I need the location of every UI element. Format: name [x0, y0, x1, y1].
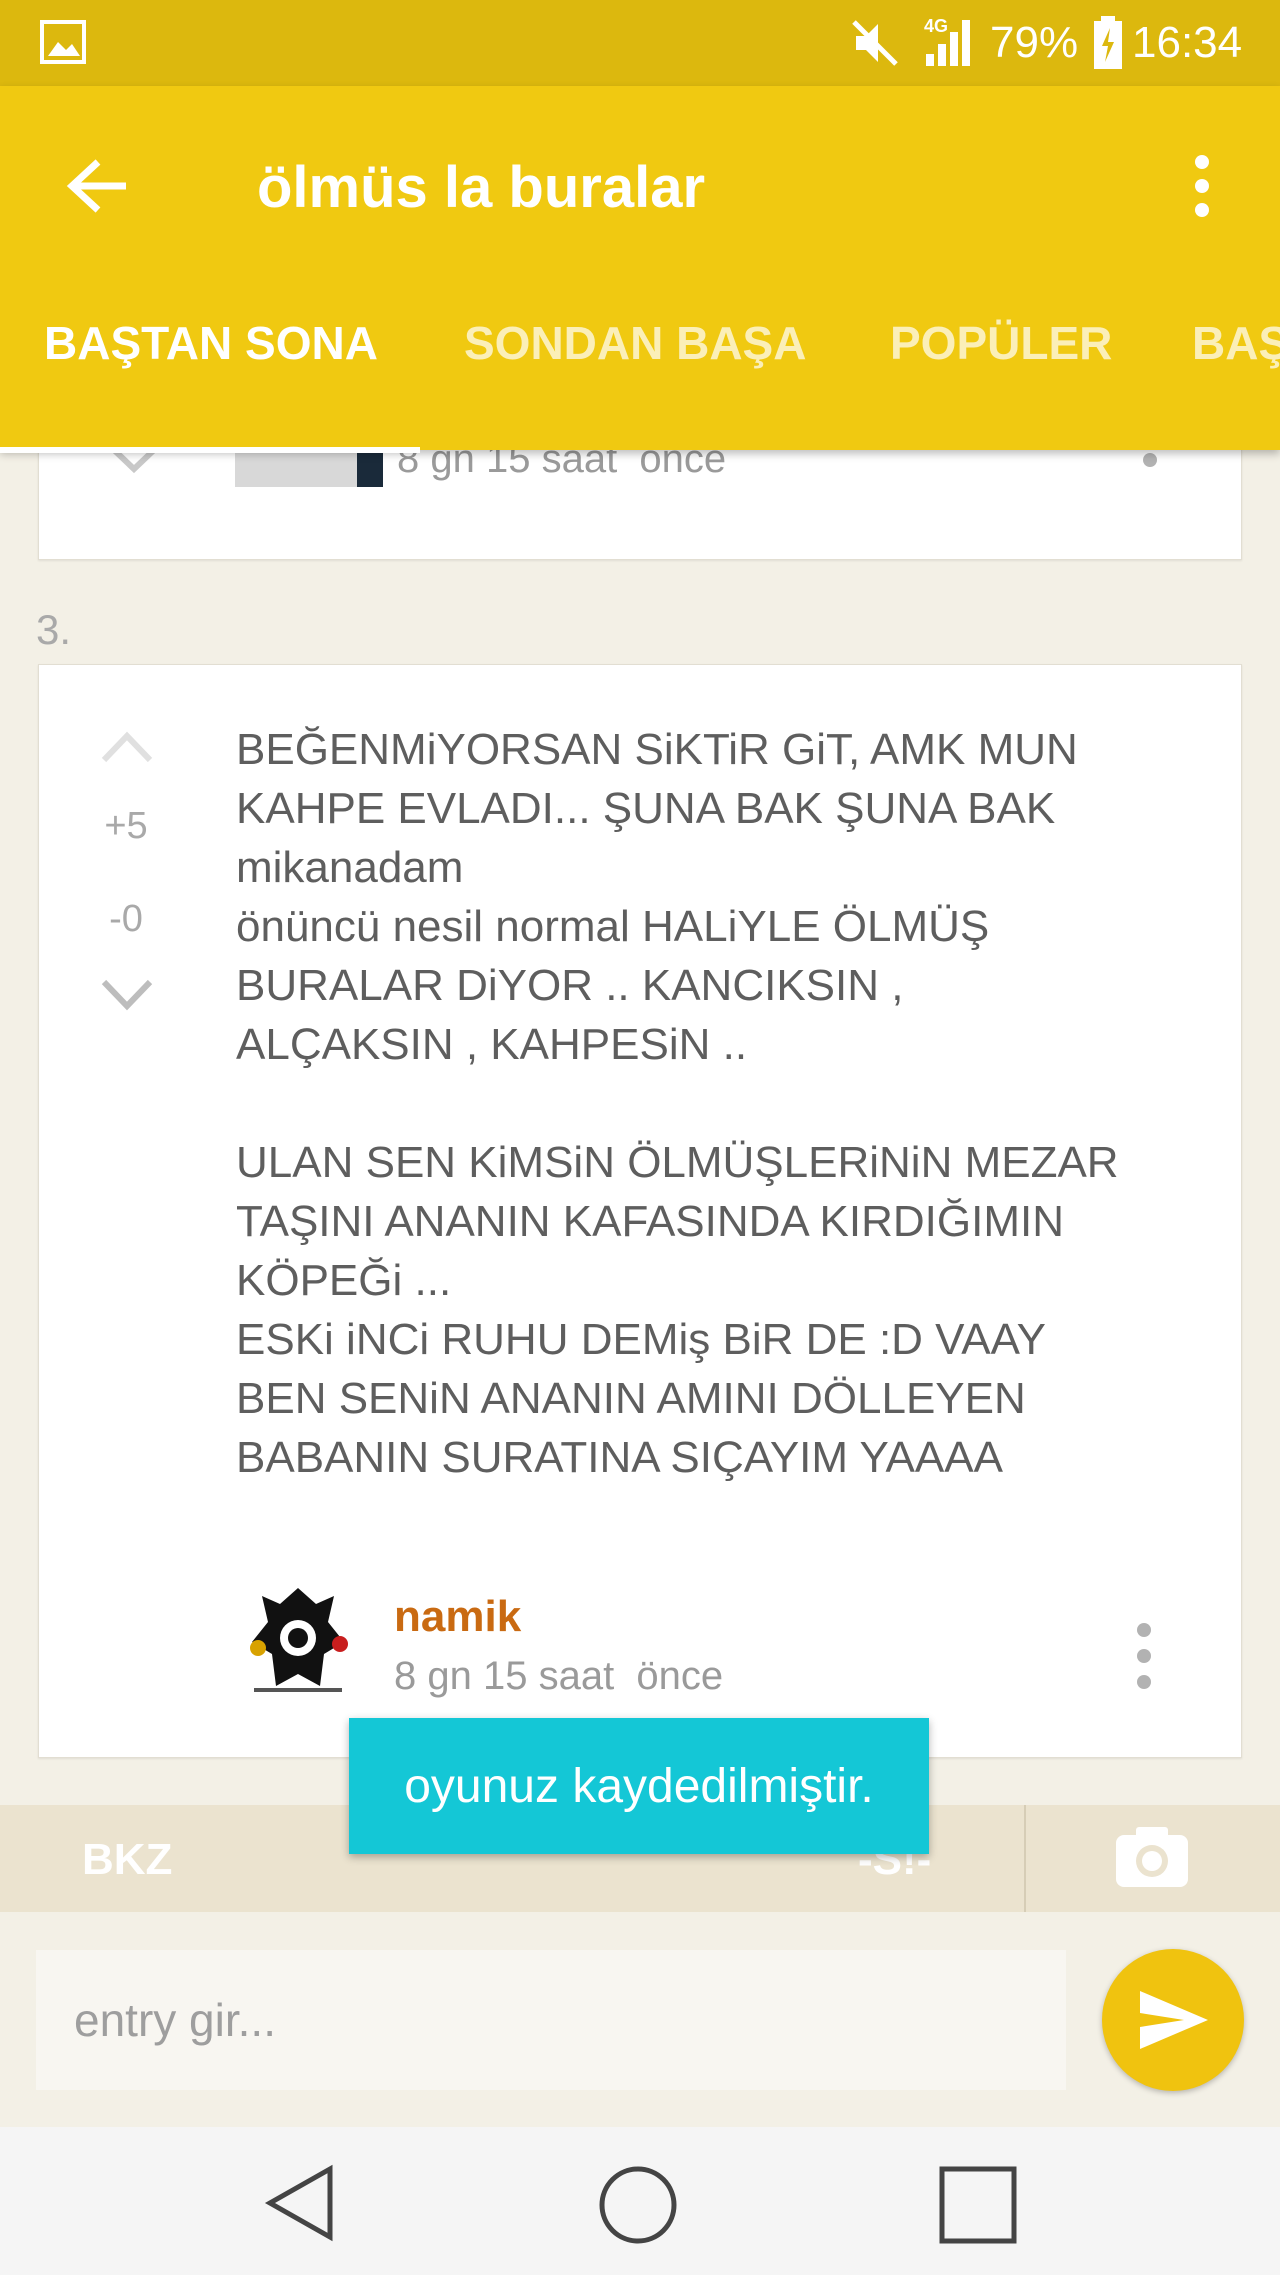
entry-text: BEĞENMiYORSAN SiKTiR GiT, AMK MUN KAHPE …	[236, 725, 1119, 1482]
toast-message: oyunuz kaydedilmiştir.	[349, 1718, 929, 1854]
battery-percent: 79%	[990, 18, 1079, 67]
signal-icon	[926, 20, 970, 66]
mute-icon	[852, 20, 898, 66]
status-bar: 4G 79% 16:34	[0, 0, 1280, 86]
overflow-menu-icon[interactable]	[1188, 154, 1216, 218]
recents-nav-icon[interactable]	[938, 2165, 1018, 2245]
tab-indicator	[0, 447, 420, 453]
camera-icon[interactable]	[1114, 1825, 1190, 1889]
app-bar: ölmüs la buralar BAŞTAN SONA SONDAN BAŞA…	[0, 86, 1280, 453]
downvote-count: -0	[109, 898, 143, 940]
gallery-notification-icon	[40, 20, 86, 64]
more-options-icon[interactable]	[1130, 1622, 1158, 1692]
tab-bastan-sona[interactable]: BAŞTAN SONA	[44, 316, 378, 370]
back-arrow-icon[interactable]	[66, 156, 130, 216]
clock: 16:34	[1132, 18, 1243, 67]
home-nav-icon[interactable]	[596, 2163, 680, 2247]
page-title: ölmüs la buralar	[257, 155, 706, 220]
upvote-count: +5	[104, 805, 148, 847]
upvote-icon[interactable]	[100, 730, 154, 764]
author-name[interactable]: namik	[394, 1592, 521, 1642]
system-nav-bar	[0, 2127, 1280, 2275]
toolbar-divider	[1024, 1805, 1026, 1912]
entry-number: 3.	[36, 606, 72, 653]
author-avatar[interactable]	[236, 1582, 360, 1700]
tab-bas[interactable]: BAŞ	[1192, 316, 1280, 370]
tab-sondan-basa[interactable]: SONDAN BAŞA	[464, 316, 806, 370]
bkz-button[interactable]: BKZ	[82, 1835, 172, 1885]
send-icon	[1140, 1991, 1208, 2049]
tab-populer[interactable]: POPÜLER	[890, 316, 1112, 370]
battery-charging-icon	[1094, 16, 1122, 69]
entry-input[interactable]	[36, 1950, 1066, 2090]
more-options-icon[interactable]	[1143, 453, 1157, 467]
back-nav-icon[interactable]	[262, 2163, 338, 2243]
downvote-icon[interactable]	[100, 978, 154, 1012]
entry-time: 8 gn 15 saat önce	[394, 1654, 724, 1698]
send-button[interactable]	[1102, 1949, 1244, 2091]
